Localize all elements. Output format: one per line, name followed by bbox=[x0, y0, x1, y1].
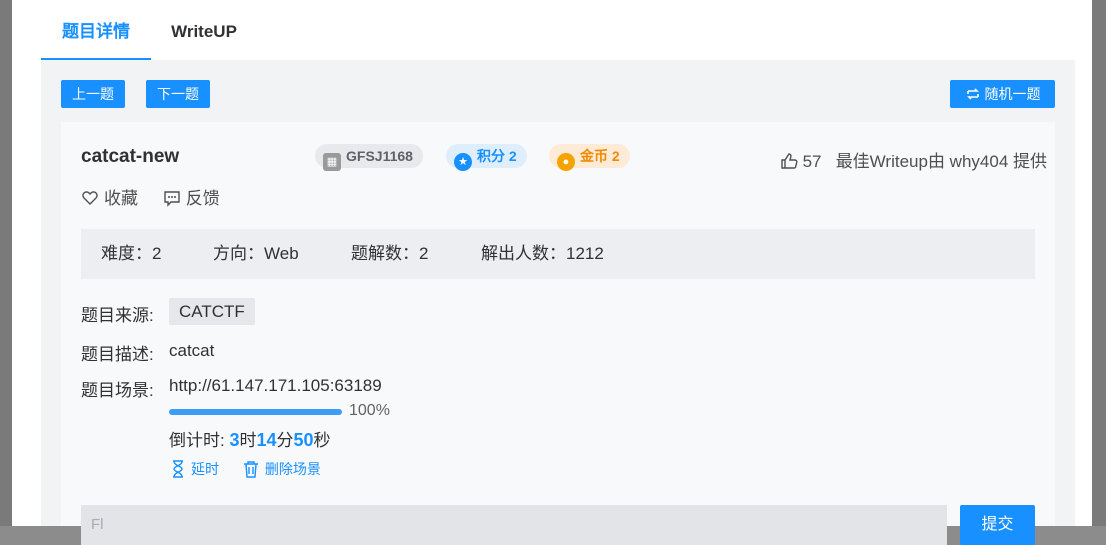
feedback-button[interactable]: 反馈 bbox=[163, 189, 220, 208]
challenge-avatar-icon: ▦ bbox=[323, 153, 341, 171]
scene-label: 题目场景: bbox=[81, 381, 154, 400]
countdown-minutes: 14 bbox=[256, 430, 277, 450]
scene-operations: 延时 删除场景 bbox=[171, 459, 341, 479]
delete-scene-button[interactable]: 删除场景 bbox=[243, 461, 321, 478]
solvers-stat: 解出人数：1212 bbox=[481, 244, 604, 263]
direction-stat: 方向：Web bbox=[213, 244, 299, 263]
tab-details[interactable]: 题目详情 bbox=[41, 0, 151, 60]
stats-bar: 难度：2 方向：Web 题解数：2 解出人数：1212 bbox=[81, 229, 1035, 279]
submit-button[interactable]: 提交 bbox=[960, 505, 1035, 545]
difficulty-stat: 难度：2 bbox=[101, 244, 162, 263]
best-writeup-text: 最佳Writeup由 why404 提供 bbox=[835, 152, 1047, 171]
description-value: catcat bbox=[169, 341, 215, 360]
countdown-seconds-unit: 秒 bbox=[313, 431, 331, 450]
coins-tag: ● 金币 2 bbox=[549, 144, 630, 171]
random-button-label: 随机一题 bbox=[984, 86, 1041, 102]
challenge-card: catcat-new ▦ GFSJ1168 ★ 积分 2 ● 金币 2 57 最佳Wr… bbox=[61, 122, 1055, 545]
coins-label: 金币 2 bbox=[580, 148, 620, 164]
scene-progress-text: 100% bbox=[349, 402, 390, 419]
random-button[interactable]: 随机一题 bbox=[950, 80, 1055, 108]
feedback-label: 反馈 bbox=[185, 189, 220, 208]
countdown-seconds: 50 bbox=[293, 430, 314, 450]
favorite-label: 收藏 bbox=[104, 189, 138, 208]
hourglass-icon bbox=[173, 460, 183, 478]
heart-icon bbox=[82, 191, 98, 205]
card-actions: 收藏 反馈 bbox=[81, 184, 240, 209]
extend-button[interactable]: 延时 bbox=[171, 460, 219, 478]
next-button[interactable]: 下一题 bbox=[146, 80, 210, 108]
tab-writeup[interactable]: WriteUP bbox=[159, 0, 249, 60]
challenge-title: catcat-new bbox=[81, 146, 180, 167]
tab-bar: 题目详情 WriteUP bbox=[41, 0, 1075, 61]
delete-scene-label: 删除场景 bbox=[264, 461, 321, 477]
countdown-prefix: 倒计时: bbox=[169, 431, 230, 450]
points-tag: ★ 积分 2 bbox=[446, 144, 527, 171]
backdrop-right bbox=[1092, 0, 1106, 526]
star-icon: ★ bbox=[454, 153, 472, 171]
countdown: 倒计时: 3时14分50秒 bbox=[169, 426, 331, 451]
countdown-hours: 3 bbox=[229, 430, 240, 450]
solutions-stat: 题解数：2 bbox=[351, 244, 429, 263]
challenge-id-tag: ▦ GFSJ1168 bbox=[315, 144, 423, 171]
details-panel: 上一题 下一题 随机一题 catcat-new ▦ GFSJ1168 ★ 积分 2 … bbox=[41, 60, 1075, 545]
countdown-minutes-unit: 分 bbox=[276, 431, 294, 450]
feedback-icon bbox=[164, 191, 180, 207]
scene-progress-bar bbox=[169, 409, 342, 415]
prev-button[interactable]: 上一题 bbox=[61, 80, 125, 108]
source-tag: CATCTF bbox=[169, 298, 255, 325]
coin-icon: ● bbox=[557, 153, 575, 171]
like-area: 57 最佳Writeup由 why404 提供 bbox=[780, 147, 1047, 172]
challenge-modal: 题目详情 WriteUP 上一题 下一题 随机一题 catcat-new ▦ GF… bbox=[12, 0, 1092, 545]
shuffle-icon bbox=[966, 88, 979, 100]
favorite-button[interactable]: 收藏 bbox=[81, 189, 138, 208]
extend-label: 延时 bbox=[191, 461, 219, 477]
challenge-id: GFSJ1168 bbox=[346, 148, 413, 164]
description-label: 题目描述: bbox=[81, 345, 154, 364]
countdown-hours-unit: 时 bbox=[239, 431, 257, 450]
like-count: 57 bbox=[802, 152, 822, 171]
points-label: 积分 2 bbox=[477, 148, 517, 164]
trash-icon bbox=[243, 461, 258, 478]
flag-input[interactable]: Fl bbox=[81, 505, 947, 545]
backdrop-left bbox=[0, 0, 12, 526]
thumbs-up-icon[interactable] bbox=[780, 152, 798, 170]
scene-url[interactable]: http://61.147.171.105:63189 bbox=[169, 376, 382, 396]
source-label: 题目来源: bbox=[81, 306, 154, 325]
